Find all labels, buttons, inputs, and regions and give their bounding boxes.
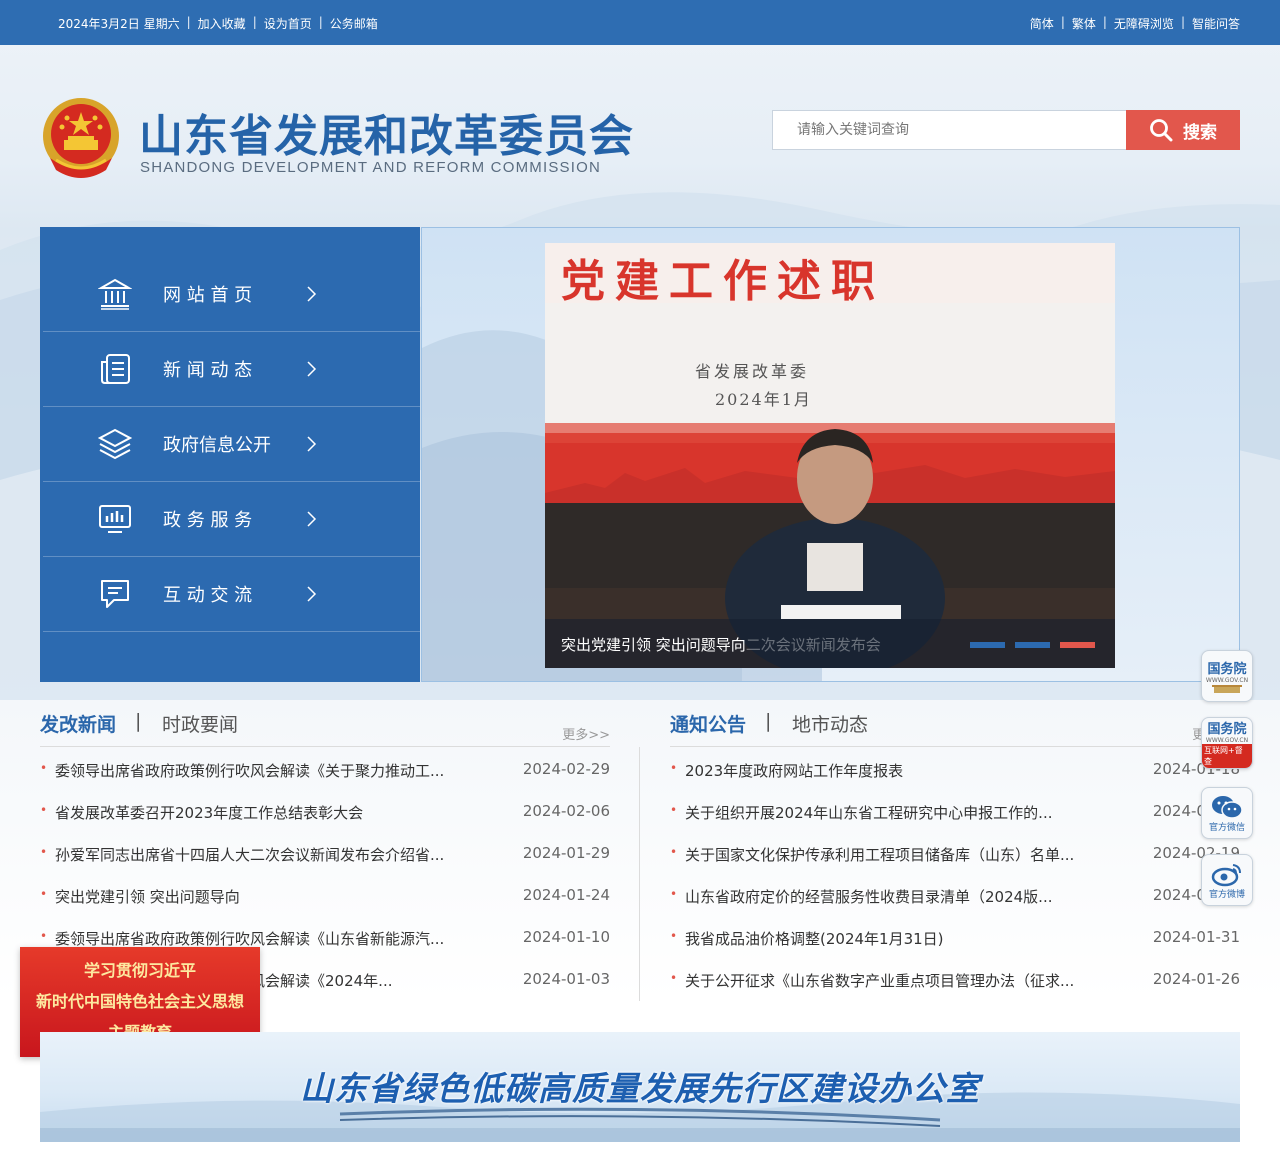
- nav-item-label: 政 务 服 务: [163, 510, 253, 531]
- theme-ad-line2: 新时代中国特色社会主义思想: [35, 992, 244, 1011]
- temple-icon: [1212, 685, 1242, 693]
- news-icon: [101, 354, 130, 384]
- search-button-label: 搜索: [1183, 122, 1217, 143]
- search-button[interactable]: 搜索: [1126, 110, 1240, 150]
- chevron-right-icon: [307, 586, 317, 602]
- official-weibo-label: 官方微博: [1208, 889, 1245, 900]
- slider-dots: [970, 642, 1095, 648]
- nav-item-label: 政府信息公开: [163, 435, 271, 456]
- news-column-left: 发改新闻 | 时政要闻 更多>> • 委领导出席省政府政策例行吹风会解读《关于聚力…: [40, 700, 610, 990]
- monitor-chart-icon: [99, 505, 131, 533]
- list-item[interactable]: • 关于国家文化保护传承利用工程项目储备库（山东）名单... 2024-02-19: [670, 844, 1240, 864]
- slide-banner-sub1: 省发展改革委: [695, 362, 810, 381]
- list-item[interactable]: • 突出党建引领 突出问题导向 2024-01-24: [40, 886, 610, 906]
- site-subtitle: SHANDONG DEVELOPMENT AND REFORM COMMISSI…: [140, 159, 602, 176]
- news-column-right: 通知公告 | 地市动态 更多>> •2023年度政府网站工作年度报表2024-0…: [670, 700, 1240, 990]
- green-development-banner[interactable]: 山东省绿色低碳高质量发展先行区建设办公室: [40, 1032, 1240, 1142]
- current-date: 2024年3月2日 星期六: [58, 17, 180, 31]
- official-wechat-label: 官方微信: [1208, 822, 1245, 833]
- nav-item-gov-service[interactable]: 政 务 服 务: [43, 482, 420, 557]
- list-item[interactable]: • 孙爱军同志出席省十四届人大二次会议新闻发布会介绍省... 2024-01-29: [40, 844, 610, 864]
- slide-banner-text: 党建工作述职: [561, 256, 885, 307]
- official-weibo-link[interactable]: 官方微博: [1201, 854, 1253, 906]
- official-email-link[interactable]: 公务邮箱: [330, 15, 378, 32]
- smart-qa-link[interactable]: 智能问答: [1192, 15, 1240, 32]
- add-favorite-link[interactable]: 加入收藏: [198, 15, 246, 32]
- tab-fagai-news[interactable]: 发改新闻: [40, 710, 116, 737]
- slider-dot-active[interactable]: [1060, 642, 1095, 648]
- state-council-url: WWW.GOV.CN: [1205, 677, 1249, 684]
- slide-caption-text: 突出党建引领 突出问题导向二次会议新闻发布会: [561, 636, 881, 654]
- national-emblem-logo: [43, 98, 119, 178]
- slide-banner-sub2: 2024年1月: [715, 390, 812, 409]
- more-link[interactable]: 更多>>: [562, 724, 610, 743]
- wechat-icon: [1212, 795, 1243, 819]
- tab-political-news[interactable]: 时政要闻: [162, 710, 238, 737]
- green-development-banner-text: 山东省绿色低碳高质量发展先行区建设办公室: [300, 1069, 980, 1108]
- slider-dot[interactable]: [970, 642, 1005, 648]
- slider-dot[interactable]: [1015, 642, 1050, 648]
- nav-item-label: 互 动 交 流: [163, 585, 253, 606]
- home-icon: [98, 278, 132, 310]
- set-homepage-link[interactable]: 设为首页: [264, 15, 312, 32]
- list-item[interactable]: • 关于组织开展2024年山东省工程研究中心申报工作的... 2024-02-05: [670, 802, 1240, 822]
- tab-notices[interactable]: 通知公告: [670, 710, 746, 737]
- top-bar: 2024年3月2日 星期六 | 加入收藏 | 设为首页 | 公务邮箱 简体 | …: [0, 0, 1280, 45]
- list-item[interactable]: • 省发展改革委召开2023年度工作总结表彰大会 2024-02-06: [40, 802, 610, 822]
- nav-item-news[interactable]: 新 闻 动 态: [43, 332, 420, 407]
- layers-icon: [98, 428, 132, 460]
- chevron-right-icon: [307, 436, 317, 452]
- nav-item-gov-info[interactable]: 政府信息公开: [43, 407, 420, 482]
- state-council-label: 国务院: [1207, 722, 1247, 737]
- nav-item-home[interactable]: 网 站 首 页: [43, 257, 420, 332]
- nav-item-label: 新 闻 动 态: [163, 360, 253, 381]
- chevron-right-icon: [307, 286, 317, 302]
- accessibility-link[interactable]: 无障碍浏览: [1114, 15, 1174, 32]
- official-wechat-link[interactable]: 官方微信: [1201, 787, 1253, 839]
- state-council-supervision-link[interactable]: 国务院 WWW.GOV.CN 互联网+督查: [1201, 717, 1253, 769]
- tab-city-news[interactable]: 地市动态: [792, 710, 868, 737]
- column-divider: [639, 747, 640, 1001]
- traditional-chinese-link[interactable]: 繁体: [1072, 15, 1096, 32]
- state-council-link[interactable]: 国务院 WWW.GOV.CN: [1201, 650, 1253, 702]
- site-title: 山东省发展和改革委员会: [139, 111, 634, 162]
- main-nav: 网 站 首 页 新 闻 动 态 政府信息公开 政 务 服 务 互 动 交 流: [40, 227, 420, 682]
- list-item[interactable]: • 我省成品油价格调整(2024年1月31日) 2024-01-31: [670, 928, 1240, 948]
- list-item[interactable]: • 关于公开征求《山东省数字产业重点项目管理办法（征求... 2024-01-26: [670, 970, 1240, 990]
- list-item[interactable]: • 2023年度政府网站工作年度报表 2024-01-18: [670, 760, 1240, 780]
- list-item[interactable]: • 委领导出席省政府政策例行吹风会解读《关于聚力推动工... 2024-02-29: [40, 760, 610, 780]
- chevron-right-icon: [307, 361, 317, 377]
- theme-ad-line1: 学习贯彻习近平: [83, 961, 196, 980]
- top-bar-left: 2024年3月2日 星期六 | 加入收藏 | 设为首页 | 公务邮箱: [58, 15, 378, 32]
- search-input[interactable]: [772, 110, 1127, 150]
- top-bar-right: 简体 | 繁体 | 无障碍浏览 | 智能问答: [1029, 15, 1240, 32]
- nav-item-interaction[interactable]: 互 动 交 流: [43, 557, 420, 632]
- list-item[interactable]: • 山东省政府定价的经营服务性收费目录清单（2024版... 2024-02-01: [670, 886, 1240, 906]
- list-item[interactable]: • 委领导出席省政府政策例行吹风会解读《山东省新能源汽... 2024-01-10: [40, 928, 610, 948]
- weibo-icon: [1211, 863, 1241, 886]
- chat-icon: [101, 580, 129, 608]
- supervision-label: 互联网+督查: [1202, 744, 1252, 768]
- slide-image[interactable]: 党建工作述职 省发展改革委 2024年1月: [545, 243, 1115, 668]
- search-icon: [1150, 119, 1173, 142]
- chevron-right-icon: [307, 511, 317, 527]
- slide-caption-ghost: 二次会议新闻发布会: [745, 636, 881, 654]
- news-tabs-right: 通知公告 | 地市动态 更多>>: [670, 700, 1240, 747]
- news-tabs-left: 发改新闻 | 时政要闻 更多>>: [40, 700, 610, 747]
- simplified-chinese-link[interactable]: 简体: [1030, 15, 1054, 32]
- state-council-label: 国务院: [1207, 662, 1247, 677]
- nav-item-label: 网 站 首 页: [163, 285, 253, 306]
